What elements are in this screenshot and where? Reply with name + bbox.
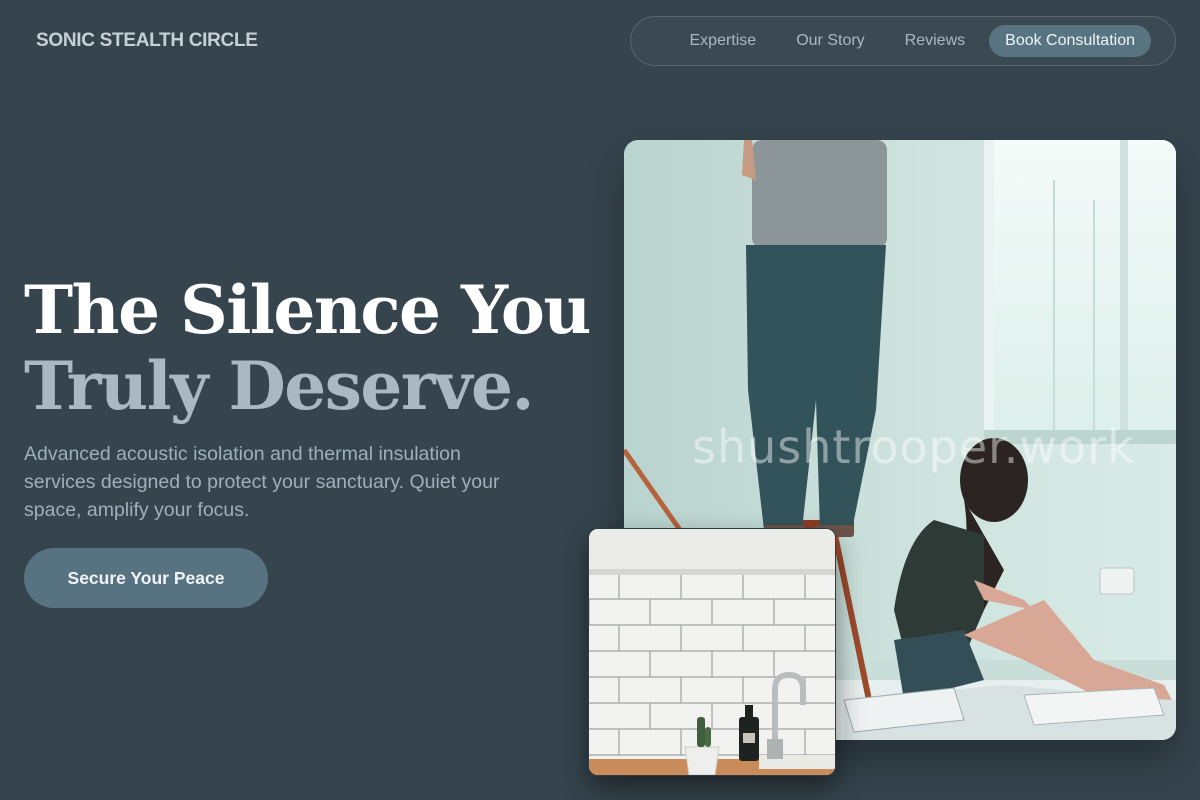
bathroom-photo-illustration <box>589 529 835 775</box>
nav-link-our-story[interactable]: Our Story <box>796 32 864 50</box>
brand-logo[interactable]: SONIC STEALTH CIRCLE <box>36 30 258 52</box>
book-consultation-button[interactable]: Book Consultation <box>989 25 1151 57</box>
headline-line-2: Truly Deserve. <box>24 347 534 425</box>
nav-link-reviews[interactable]: Reviews <box>905 32 965 50</box>
hero-description: Advanced acoustic isolation and thermal … <box>24 443 500 521</box>
headline-line-1: The Silence You <box>24 271 591 349</box>
watermark-text: shushtrooper.work <box>692 420 1135 474</box>
main-nav: Expertise Our Story Reviews Book Consult… <box>630 16 1176 66</box>
bathroom-photo <box>588 528 836 776</box>
nav-link-expertise[interactable]: Expertise <box>690 32 757 50</box>
hero-headline: The Silence You Truly Deserve. <box>24 271 591 425</box>
secure-your-peace-button[interactable]: Secure Your Peace <box>24 548 268 608</box>
